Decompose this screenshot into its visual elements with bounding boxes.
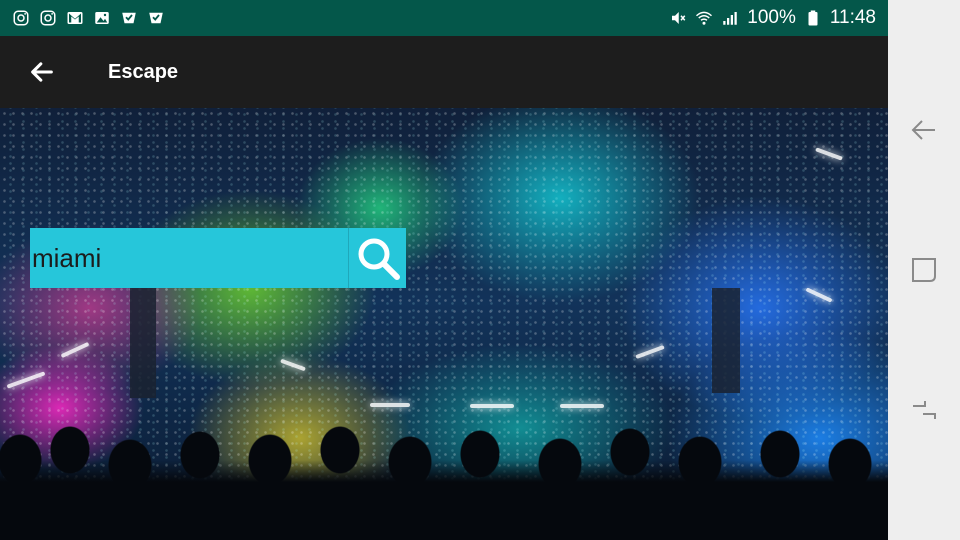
shop-icon <box>147 9 165 27</box>
nav-back-button[interactable] <box>906 112 942 148</box>
search-input[interactable] <box>30 228 348 288</box>
arrow-left-icon <box>28 58 56 86</box>
instagram-icon <box>12 9 30 27</box>
system-status: 100% 11:48 <box>669 7 876 29</box>
search-bar <box>30 228 406 288</box>
app-bar: Escape <box>0 36 888 108</box>
gallery-icon <box>93 9 111 27</box>
recents-icon <box>910 256 938 284</box>
nav-home-button[interactable] <box>906 392 942 428</box>
clock: 11:48 <box>829 7 876 28</box>
page-title: Escape <box>108 60 179 83</box>
instagram-icon <box>39 9 57 27</box>
hero-background-image <box>0 108 888 540</box>
system-nav-bar <box>888 0 960 540</box>
home-icon <box>910 396 938 424</box>
status-bar: 100% 11:48 <box>0 0 888 36</box>
notification-icons <box>12 9 165 27</box>
speaker-tower <box>130 288 156 398</box>
nav-recents-button[interactable] <box>906 252 942 288</box>
mute-icon <box>669 9 687 27</box>
light-beam <box>470 404 514 408</box>
crowd-silhouette <box>0 420 888 540</box>
back-icon <box>910 116 938 144</box>
search-button[interactable] <box>348 228 406 288</box>
gmail-icon <box>66 9 84 27</box>
wifi-icon <box>695 9 713 27</box>
back-button[interactable] <box>0 36 84 108</box>
shop-icon <box>120 9 138 27</box>
battery-percent: 100% <box>747 7 796 28</box>
light-beam <box>560 404 604 408</box>
signal-icon <box>721 9 739 27</box>
light-beam <box>370 403 410 407</box>
battery-icon <box>804 9 822 27</box>
search-icon <box>354 234 402 282</box>
speaker-tower <box>712 288 740 393</box>
